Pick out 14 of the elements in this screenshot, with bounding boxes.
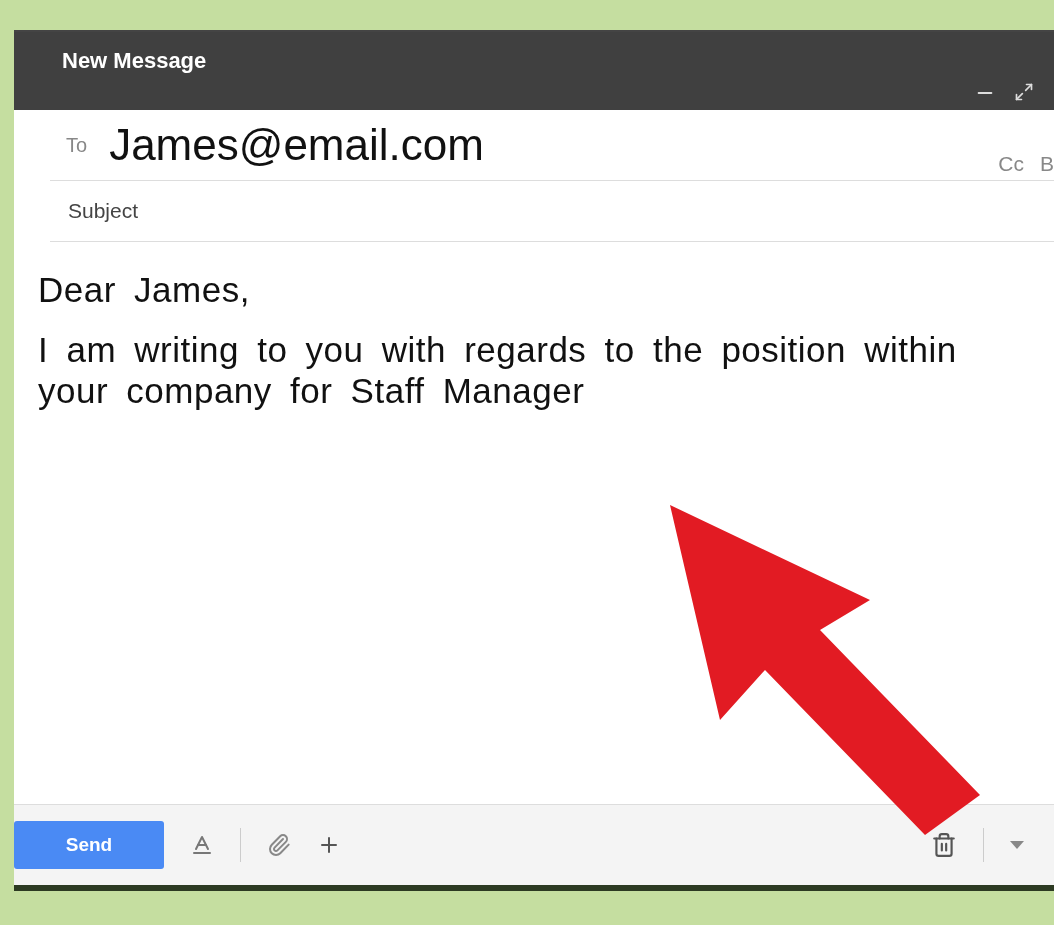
send-button[interactable]: Send <box>14 821 164 869</box>
window-title: New Message <box>62 48 207 74</box>
caret-icon[interactable] <box>1010 841 1024 849</box>
paperclip-icon[interactable] <box>267 833 291 857</box>
message-paragraph: I am writing to you with regards to the position within your company for Staff Manager <box>38 330 958 411</box>
trash-icon[interactable] <box>931 832 957 858</box>
to-field[interactable]: James@email.com <box>109 120 999 170</box>
formatting-icon[interactable] <box>190 833 214 857</box>
expand-icon[interactable] <box>1014 82 1034 102</box>
message-paragraph: Dear James, <box>38 270 251 311</box>
subject-field[interactable]: Subject <box>66 198 1054 224</box>
to-label: To <box>66 133 88 157</box>
recipient-link[interactable]: Cc <box>998 152 1024 176</box>
recipient-link[interactable]: B <box>1040 152 1054 176</box>
